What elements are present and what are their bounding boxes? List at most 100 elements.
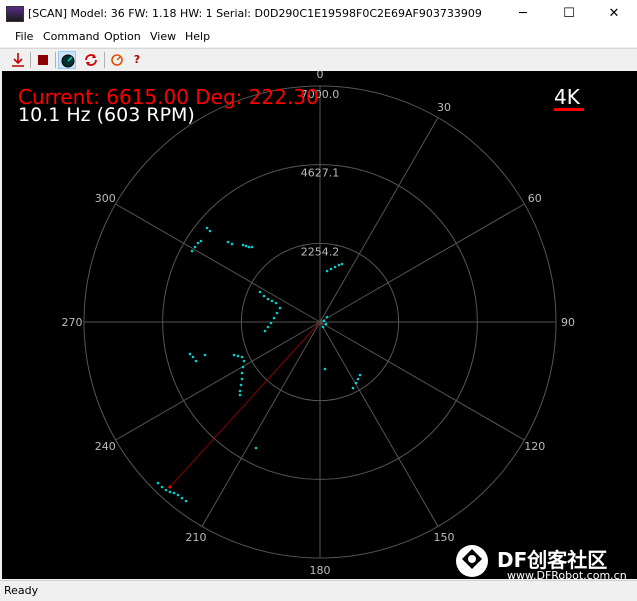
angle-label: 300 (95, 192, 116, 205)
scan-point (269, 321, 273, 325)
angle-spoke (115, 321, 321, 441)
scan-point (254, 446, 258, 450)
toolbar-separator (104, 52, 105, 68)
scan-point (239, 383, 243, 387)
angle-label: 180 (310, 564, 331, 577)
status-text: Ready (4, 584, 39, 597)
stop-icon[interactable] (34, 51, 52, 69)
range-label: 4627.1 (301, 167, 340, 180)
scan-point (244, 244, 248, 248)
scan-point (351, 386, 355, 390)
scan-point (205, 226, 209, 230)
scan-point (188, 352, 192, 356)
scan-point (354, 381, 358, 385)
app-icon (6, 6, 24, 22)
angle-label: 60 (528, 192, 542, 205)
scan-point (250, 245, 254, 249)
menu-command[interactable]: Command (43, 30, 100, 43)
scan-point (190, 249, 194, 253)
current-point (168, 485, 172, 489)
angle-spoke (319, 321, 439, 527)
scan-point (240, 377, 244, 381)
mode-label: 4K (554, 85, 581, 109)
scan-point (356, 377, 360, 381)
toolbar-separator (30, 52, 31, 68)
scan-point (266, 297, 270, 301)
scan-point (241, 365, 245, 369)
scan-point (321, 325, 325, 329)
scan-point (160, 485, 164, 489)
scan-point (340, 262, 344, 266)
scan-point (358, 373, 362, 377)
angle-label: 270 (62, 316, 83, 329)
scan-point (191, 355, 195, 359)
toolbar-separator (55, 52, 56, 68)
range-label: 2254.2 (301, 245, 340, 258)
angle-spoke (319, 117, 439, 323)
scan-point (238, 393, 242, 397)
scan-point (329, 267, 333, 271)
scan-point (208, 229, 212, 233)
menu-view[interactable]: View (150, 30, 176, 43)
refresh-icon[interactable] (82, 51, 100, 69)
window-title: [SCAN] Model: 36 FW: 1.18 HW: 1 Serial: … (28, 7, 482, 20)
help-icon[interactable]: ? (128, 51, 146, 69)
scan-point (242, 359, 246, 363)
reset-icon[interactable] (108, 51, 126, 69)
menu-help[interactable]: Help (185, 30, 210, 43)
angle-spoke (115, 203, 321, 323)
scan-point (323, 367, 327, 371)
menu-file[interactable]: File (15, 30, 33, 43)
scan-point (236, 354, 240, 358)
scan-point (278, 306, 282, 310)
scan-point (324, 322, 328, 326)
current-beam (168, 321, 321, 489)
menu-option[interactable]: Option (104, 30, 141, 43)
angle-label: 30 (437, 101, 451, 114)
scan-point (176, 493, 180, 497)
scan-point (203, 353, 207, 357)
radar-plot: 0306090120150180210240270300 7000.04627.… (18, 71, 627, 579)
scan-point (193, 245, 197, 249)
scan-point (164, 488, 168, 492)
angle-spoke (319, 203, 525, 323)
scan-point (230, 242, 234, 246)
scan-point (322, 319, 326, 323)
scan-point (263, 329, 267, 333)
angle-label: 120 (524, 440, 545, 453)
angle-label: 150 (434, 531, 455, 544)
angle-spoke (201, 321, 321, 527)
scan-point (196, 241, 200, 245)
maximize-button[interactable]: ☐ (546, 0, 592, 28)
rate-readout: 10.1 Hz (603 RPM) (18, 104, 195, 126)
mode-underline (554, 108, 584, 111)
scan-point (240, 355, 244, 359)
angle-label: 90 (561, 316, 575, 329)
scan-point (266, 325, 270, 329)
scan-point (270, 299, 274, 303)
minimize-button[interactable]: ─ (500, 0, 546, 28)
title-bar: [SCAN] Model: 36 FW: 1.18 HW: 1 Serial: … (0, 0, 637, 28)
scan-point (172, 491, 176, 495)
menu-bar: File Command Option View Help (0, 28, 637, 47)
scan-point (274, 301, 278, 305)
radar-canvas[interactable]: 0 30 60 90 120 150 180 210 240 270 300 7000.0 4627.… (2, 71, 637, 579)
scan-point (325, 315, 329, 319)
scan-point (238, 389, 242, 393)
scan-point (156, 481, 160, 485)
scan-point (258, 290, 262, 294)
angle-spoke (319, 321, 525, 441)
scan-point (180, 496, 184, 500)
scan-point (241, 243, 245, 247)
dfrobot-watermark: DF创客社区 www.DFRobot.com.cn (456, 545, 627, 579)
watermark-url: www.DFRobot.com.cn (507, 569, 627, 579)
scan-point (232, 353, 236, 357)
scan-point (337, 263, 341, 267)
radar-view-icon[interactable] (58, 51, 76, 69)
start-scan-icon[interactable] (9, 51, 27, 69)
close-button[interactable]: ✕ (591, 0, 637, 28)
scan-point (226, 240, 230, 244)
angle-label: 0 (317, 71, 324, 81)
scan-point (194, 359, 198, 363)
scan-point (262, 294, 266, 298)
